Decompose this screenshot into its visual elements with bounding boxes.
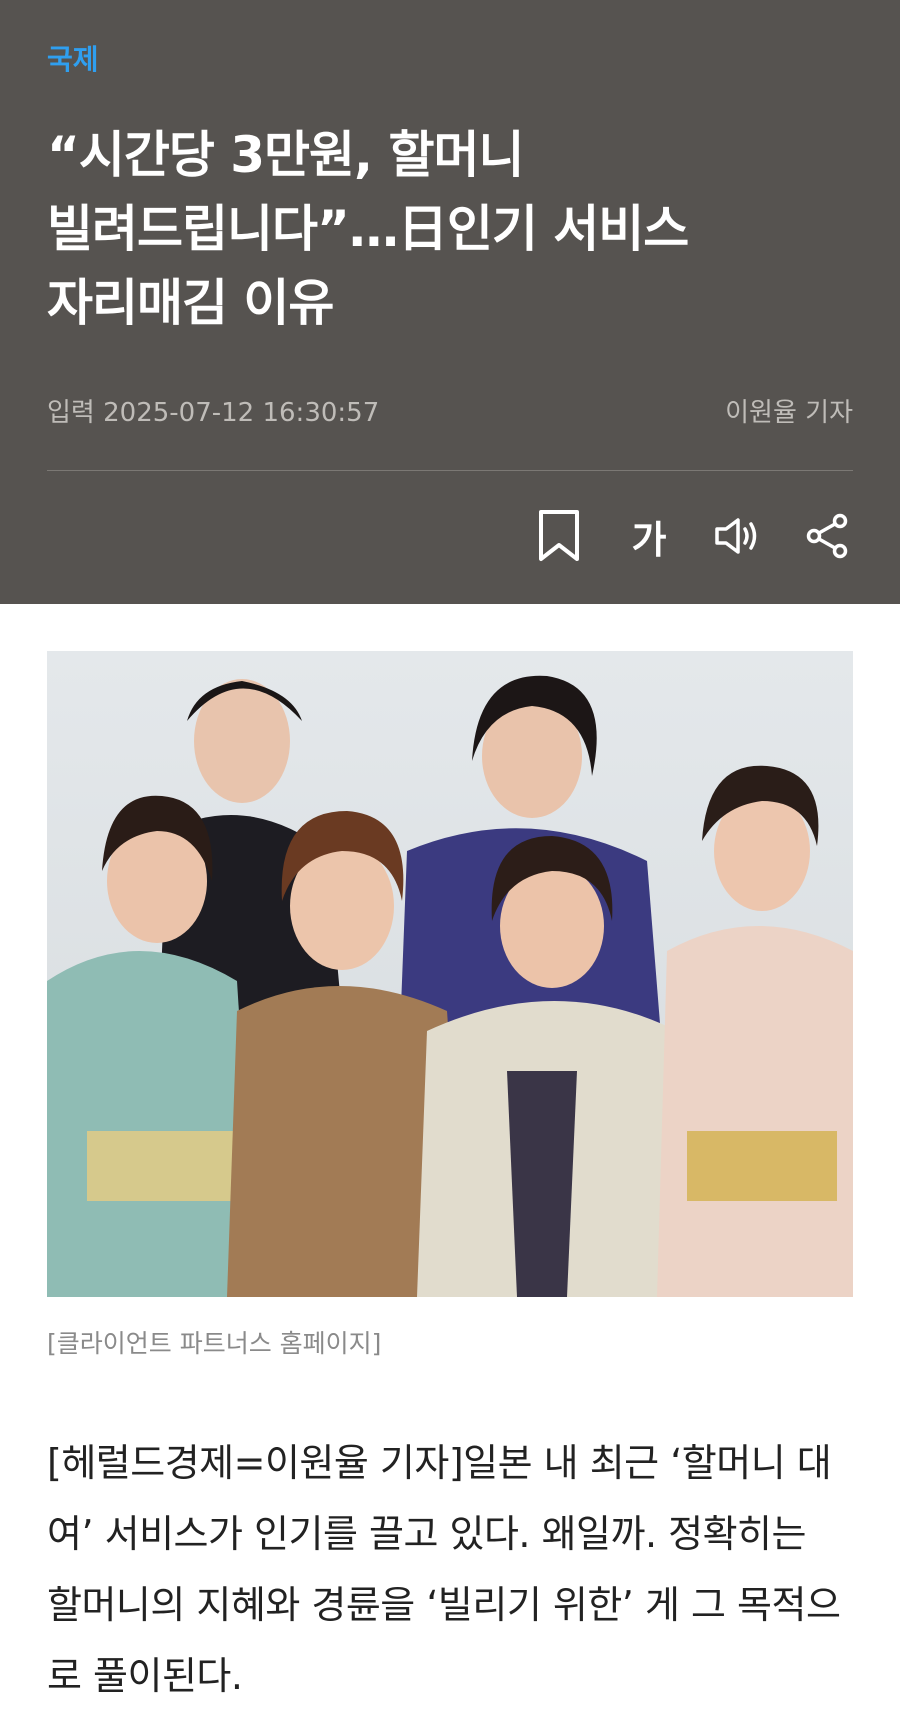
article-title: “시간당 3만원, 할머니 빌려드립니다”…日인기 서비스 자리매김 이유 <box>47 118 827 340</box>
share-button[interactable] <box>797 506 857 566</box>
group-portrait-illustration <box>47 651 853 1297</box>
speaker-icon <box>715 518 757 554</box>
body-line: 여’ 서비스가 인기를 끌고 있다. 왜일까. 정확히는 <box>47 1512 806 1556</box>
bookmark-button[interactable] <box>529 506 589 566</box>
title-line: 빌려드립니다”…日인기 서비스 <box>47 200 689 258</box>
listen-button[interactable] <box>708 506 768 566</box>
body-line: 로 풀이된다. <box>47 1654 243 1698</box>
image-caption: [클라이언트 파트너스 홈페이지] <box>47 1329 382 1358</box>
title-line: 자리매김 이유 <box>47 274 334 332</box>
header-divider <box>47 470 853 471</box>
share-icon <box>806 513 848 559</box>
title-line: “시간당 3만원, 할머니 <box>47 126 524 184</box>
publish-date: 입력 2025-07-12 16:30:57 <box>47 398 380 428</box>
author-byline: 이원율 기자 <box>725 398 853 428</box>
font-size-button[interactable]: 가 <box>619 506 679 566</box>
bookmark-icon <box>539 510 579 561</box>
body-line: 할머니의 지혜와 경륜을 ‘빌리기 위한’ 게 그 목적으 <box>47 1583 841 1627</box>
article-body: [헤럴드경제=이원율 기자]일본 내 최근 ‘할머니 대 여’ 서비스가 인기를… <box>47 1428 857 1712</box>
body-line: [헤럴드경제=이원율 기자]일본 내 최근 ‘할머니 대 <box>47 1441 832 1485</box>
font-size-label: 가 <box>631 517 667 562</box>
article-header: 국제 “시간당 3만원, 할머니 빌려드립니다”…日인기 서비스 자리매김 이유… <box>0 0 900 604</box>
category-label[interactable]: 국제 <box>47 38 99 78</box>
article-photo[interactable] <box>47 651 853 1297</box>
